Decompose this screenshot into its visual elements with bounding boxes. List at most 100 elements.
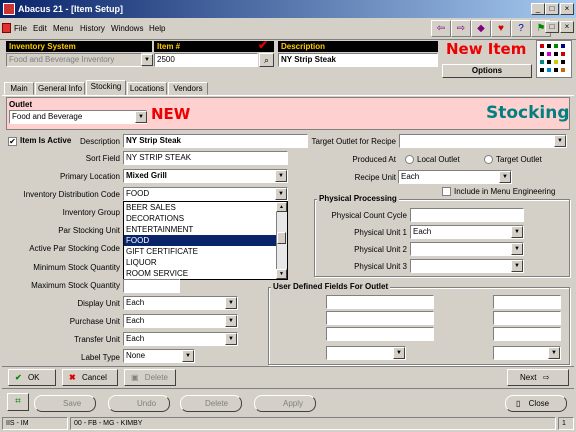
phys-count-cycle-field[interactable] xyxy=(410,208,524,222)
scroll-up-icon[interactable]: ▲ xyxy=(276,202,287,212)
item-number-field[interactable]: 2500 xyxy=(154,53,258,67)
back-arrow-icon[interactable]: ⇦ xyxy=(431,20,451,37)
udf-field-6[interactable] xyxy=(493,327,561,341)
cancel-button[interactable]: ✖ Cancel xyxy=(62,369,118,386)
phys-unit1-field[interactable]: Each xyxy=(410,225,524,239)
chevron-down-icon[interactable]: ▼ xyxy=(393,347,405,359)
dropdown-list[interactable]: BEER SALES DECORATIONS ENTERTAINMENT FOO… xyxy=(123,201,288,280)
status-middle: 00 - FB - MG - KIMBY xyxy=(70,417,556,430)
list-item-selected[interactable]: FOOD xyxy=(124,235,287,246)
display-unit-field[interactable]: Each xyxy=(123,296,238,310)
udf-field-3[interactable] xyxy=(326,311,434,325)
chevron-down-icon[interactable]: ▼ xyxy=(499,171,511,183)
next-button[interactable]: Next ⇨ xyxy=(507,369,569,386)
target-outlet-field[interactable] xyxy=(399,134,567,148)
menu-windows[interactable]: Windows xyxy=(111,24,143,33)
save-button[interactable]: Save xyxy=(34,395,96,412)
apply-button[interactable]: Apply xyxy=(254,395,316,412)
chevron-down-icon[interactable]: ▼ xyxy=(275,170,287,182)
chevron-down-icon[interactable]: ▼ xyxy=(135,111,147,123)
description-header-field[interactable]: NY Strip Steak xyxy=(278,53,438,67)
menu-edit[interactable]: Edit xyxy=(33,24,47,33)
toolbar-icon[interactable]: ⌗ xyxy=(7,393,29,411)
list-item[interactable]: ROOM SERVICE xyxy=(124,268,287,279)
forward-arrow-icon[interactable]: ⇨ xyxy=(451,20,471,37)
min-stock-label: Minimum Stock Quantity xyxy=(33,263,120,272)
produced-at-label: Produced At xyxy=(352,155,396,164)
tab-divider xyxy=(2,95,574,96)
display-unit-label: Display Unit xyxy=(77,299,120,308)
search-icon[interactable]: ⌕ xyxy=(259,53,274,67)
chevron-down-icon[interactable]: ▼ xyxy=(511,226,523,238)
ok-button[interactable]: ✔ OK xyxy=(8,369,56,386)
chevron-down-icon[interactable]: ▼ xyxy=(141,54,153,66)
shield-icon[interactable]: ♥ xyxy=(491,20,511,37)
udf-field-1[interactable] xyxy=(326,295,434,309)
udf-field-4[interactable] xyxy=(493,311,561,325)
max-stock-field[interactable] xyxy=(123,279,180,293)
close-window-button[interactable]: × xyxy=(560,3,574,15)
description-field[interactable]: NY Strip Steak xyxy=(123,134,308,148)
chevron-down-icon[interactable]: ▼ xyxy=(225,297,237,309)
inventory-system-field[interactable]: Food and Beverage Inventory xyxy=(6,53,142,67)
menu-help[interactable]: Help xyxy=(149,24,165,33)
gem-icon[interactable]: ◆ xyxy=(471,20,491,37)
transfer-unit-field[interactable]: Each xyxy=(123,332,238,346)
tab-vendors[interactable]: Vendors xyxy=(168,82,208,95)
tab-main[interactable]: Main xyxy=(4,82,34,95)
scroll-down-icon[interactable]: ▼ xyxy=(276,269,287,279)
checkmark-icon: ✔ xyxy=(258,38,269,52)
chevron-down-icon[interactable]: ▼ xyxy=(548,347,560,359)
divider xyxy=(2,388,574,389)
target-outlet-radio-label: Target Outlet xyxy=(496,155,542,164)
menu-menu[interactable]: Menu xyxy=(53,24,73,33)
chevron-down-icon[interactable]: ▼ xyxy=(225,315,237,327)
primary-location-field[interactable]: Mixed Grill xyxy=(123,169,288,183)
menu-history[interactable]: History xyxy=(80,24,105,33)
list-item[interactable]: DECORATIONS xyxy=(124,213,287,224)
description-label: Description xyxy=(79,137,120,146)
chevron-down-icon[interactable]: ▼ xyxy=(182,350,194,362)
tab-locations[interactable]: Locations xyxy=(127,82,167,95)
phys-unit2-field[interactable] xyxy=(410,242,524,256)
undo-button[interactable]: Undo xyxy=(108,395,170,412)
chevron-down-icon[interactable]: ▼ xyxy=(511,243,523,255)
chevron-down-icon[interactable]: ▼ xyxy=(511,260,523,272)
chevron-down-icon[interactable]: ▼ xyxy=(225,333,237,345)
list-item[interactable]: ENTERTAINMENT xyxy=(124,224,287,235)
phys-unit3-field[interactable] xyxy=(410,259,524,273)
restore-child-button[interactable]: □ xyxy=(545,21,559,33)
local-outlet-radio[interactable] xyxy=(405,155,414,164)
list-item[interactable]: BEER SALES xyxy=(124,202,287,213)
udf-field-2[interactable] xyxy=(493,295,561,309)
chevron-down-icon[interactable]: ▼ xyxy=(275,188,287,200)
x-icon: ✖ xyxy=(69,373,76,382)
close-child-button[interactable]: × xyxy=(560,21,574,33)
udf-field-5[interactable] xyxy=(326,327,434,341)
chevron-down-icon[interactable]: ▼ xyxy=(554,135,566,147)
close-button[interactable]: ▯ Close xyxy=(505,395,567,412)
target-outlet-radio[interactable] xyxy=(484,155,493,164)
purchase-unit-field[interactable]: Each xyxy=(123,314,238,328)
list-item[interactable]: LIQUOR xyxy=(124,257,287,268)
label-type-label: Label Type xyxy=(81,353,120,362)
door-icon: ▯ xyxy=(516,399,521,408)
list-item[interactable]: GIFT CERTIFICATE xyxy=(124,246,287,257)
tab-general-info[interactable]: General Info xyxy=(35,82,85,95)
max-stock-label: Maximum Stock Quantity xyxy=(31,281,120,290)
scroll-thumb[interactable] xyxy=(277,232,286,244)
inv-dist-code-field[interactable]: FOOD xyxy=(123,187,288,201)
item-active-checkbox[interactable]: ✔ xyxy=(8,137,17,146)
menu-file[interactable]: File xyxy=(14,24,27,33)
include-menu-eng-checkbox[interactable] xyxy=(442,187,451,196)
help-icon[interactable]: ? xyxy=(511,20,531,37)
sort-field-input[interactable]: NY STRIP STEAK xyxy=(123,151,288,165)
tab-stocking[interactable]: Stocking xyxy=(86,80,126,96)
maximize-button[interactable]: □ xyxy=(545,3,559,15)
outlet-field[interactable]: Food and Beverage xyxy=(9,110,147,124)
delete-toolbar-button[interactable]: Delete xyxy=(180,395,242,412)
recipe-unit-field[interactable]: Each xyxy=(398,170,512,184)
options-button[interactable]: Options xyxy=(442,64,532,78)
minimize-button[interactable]: _ xyxy=(531,3,545,15)
delete-button[interactable]: ▣ Delete xyxy=(124,369,176,386)
